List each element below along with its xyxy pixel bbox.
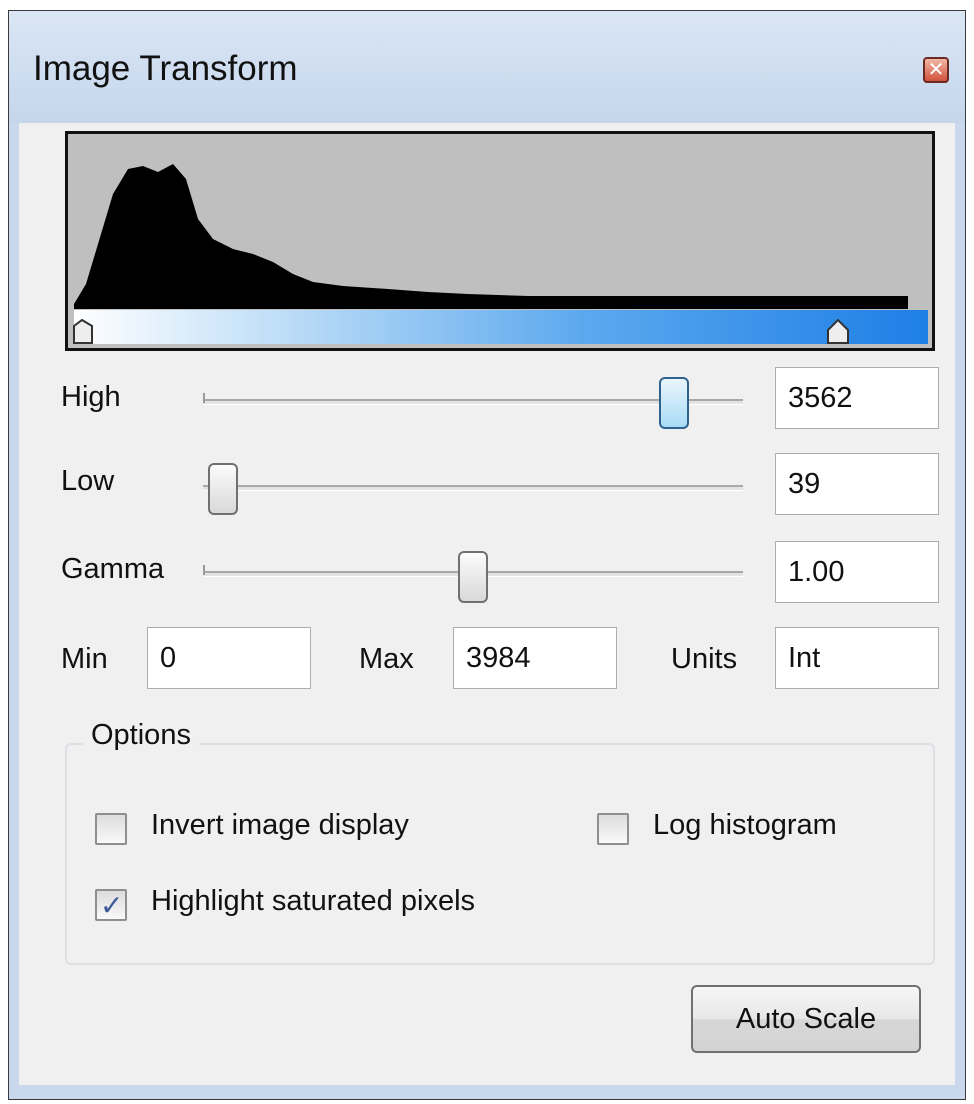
options-group: Options Invert image display Log histogr… — [65, 719, 935, 965]
options-title: Options — [83, 719, 199, 752]
low-slider-thumb[interactable] — [208, 463, 239, 515]
highlight-label[interactable]: Highlight saturated pixels — [151, 885, 475, 918]
auto-scale-button[interactable]: Auto Scale — [691, 985, 921, 1053]
min-label: Min — [61, 643, 108, 675]
gamma-label: Gamma — [61, 553, 165, 585]
gamma-slider-thumb[interactable] — [458, 551, 488, 603]
highlight-checkbox[interactable]: ✓ — [95, 889, 127, 921]
units-label: Units — [671, 643, 738, 675]
low-label: Low — [61, 465, 115, 497]
log-histogram-label[interactable]: Log histogram — [653, 809, 837, 842]
close-button[interactable]: ✕ — [923, 57, 949, 83]
units-input[interactable]: Int — [775, 627, 939, 689]
histogram-curve — [74, 164, 908, 309]
log-histogram-checkbox[interactable] — [597, 813, 629, 845]
max-input[interactable]: 3984 — [453, 627, 617, 689]
checkmark-icon: ✓ — [100, 890, 124, 921]
high-value-input[interactable]: 3562 — [775, 367, 939, 429]
max-label: Max — [359, 643, 414, 675]
histogram-panel — [65, 131, 935, 351]
invert-checkbox[interactable] — [95, 813, 127, 845]
image-transform-window: Image Transform ✕ High 3562 Low 39 Gamma… — [8, 10, 966, 1100]
low-slider-track[interactable] — [203, 485, 743, 491]
low-value-input[interactable]: 39 — [775, 453, 939, 515]
low-marker-icon[interactable] — [72, 318, 96, 344]
close-icon: ✕ — [927, 59, 945, 81]
high-label: High — [61, 381, 121, 413]
title-bar[interactable]: Image Transform ✕ — [9, 11, 965, 123]
client-area: High 3562 Low 39 Gamma 1.00 Min 0 Max 39… — [19, 123, 955, 1085]
min-input[interactable]: 0 — [147, 627, 311, 689]
color-ramp[interactable] — [74, 310, 928, 344]
gamma-slider-tick — [203, 565, 205, 575]
window-title: Image Transform — [33, 49, 298, 88]
invert-label[interactable]: Invert image display — [151, 809, 409, 842]
high-marker-icon[interactable] — [826, 318, 850, 344]
high-slider-thumb[interactable] — [658, 377, 689, 429]
high-slider-tick — [203, 393, 205, 403]
gamma-value-input[interactable]: 1.00 — [775, 541, 939, 603]
